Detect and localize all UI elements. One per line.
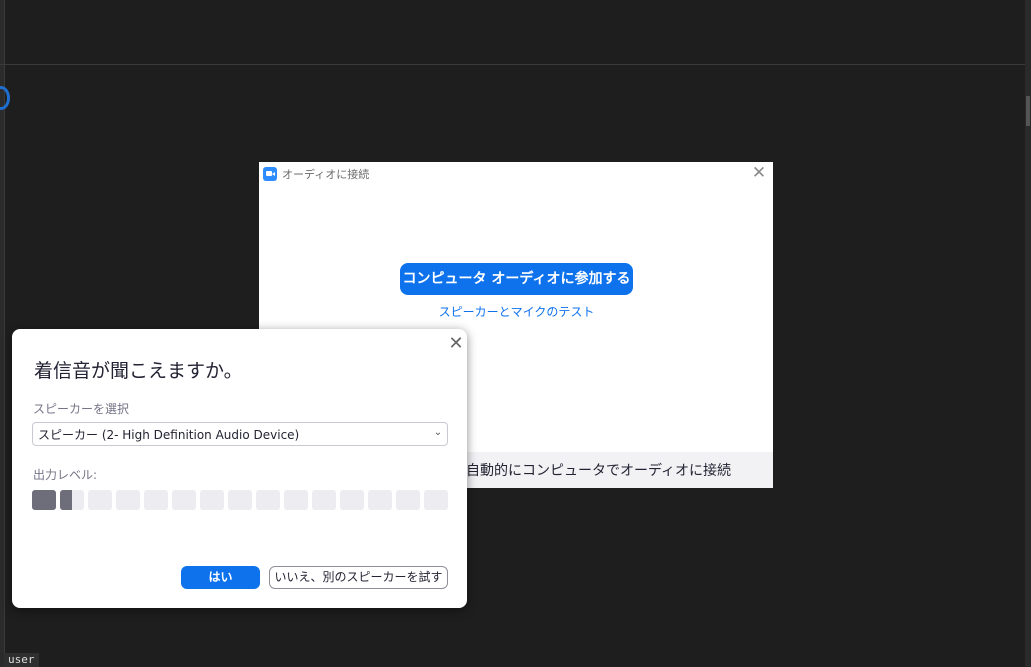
level-segment xyxy=(424,490,448,510)
level-segment xyxy=(312,490,336,510)
scrollbar[interactable] xyxy=(1025,0,1031,667)
speaker-dialog-title: 着信音が聞こえますか。 xyxy=(34,360,243,382)
speaker-test-dialog: ✕ 着信音が聞こえますか。 スピーカーを選択 スピーカー (2- High De… xyxy=(12,329,467,608)
level-segment xyxy=(368,490,392,510)
scrollbar-thumb[interactable] xyxy=(1026,96,1030,126)
level-segment xyxy=(116,490,140,510)
level-segment xyxy=(228,490,252,510)
level-segment xyxy=(396,490,420,510)
level-segment xyxy=(32,490,56,510)
user-label: user xyxy=(4,653,39,667)
top-divider xyxy=(0,64,1031,65)
output-level-label: 出力レベル: xyxy=(33,468,98,482)
level-segment-fill xyxy=(32,490,56,510)
try-another-speaker-button[interactable]: いいえ、別のスピーカーを試す xyxy=(269,566,448,589)
close-icon[interactable]: ✕ xyxy=(447,335,465,353)
speaker-select-label: スピーカーを選択 xyxy=(33,402,130,416)
level-segment xyxy=(172,490,196,510)
level-segment xyxy=(340,490,364,510)
chevron-down-icon: ⌄ xyxy=(433,427,443,438)
zoom-camera-icon xyxy=(263,167,277,181)
level-segment-fill xyxy=(60,490,72,510)
level-segment xyxy=(200,490,224,510)
close-icon[interactable]: ✕ xyxy=(751,165,767,182)
yes-button[interactable]: はい xyxy=(181,566,260,589)
level-segment xyxy=(60,490,84,510)
speaker-select[interactable]: スピーカー (2- High Definition Audio Device) … xyxy=(32,422,448,446)
output-level-meter xyxy=(32,490,448,510)
audio-dialog-titlebar: オーディオに接続 ✕ xyxy=(259,162,773,184)
auto-connect-label[interactable]: 自動的にコンピュータでオーディオに接続 xyxy=(466,460,731,480)
level-segment xyxy=(256,490,280,510)
join-computer-audio-button[interactable]: コンピュータ オーディオに参加する xyxy=(400,263,633,295)
level-segment xyxy=(88,490,112,510)
test-speaker-mic-link[interactable]: スピーカーとマイクのテスト xyxy=(400,303,633,320)
audio-dialog-title: オーディオに接続 xyxy=(282,168,370,181)
level-segment xyxy=(284,490,308,510)
level-segment xyxy=(144,490,168,510)
speaker-select-value: スピーカー (2- High Definition Audio Device) xyxy=(38,428,300,442)
